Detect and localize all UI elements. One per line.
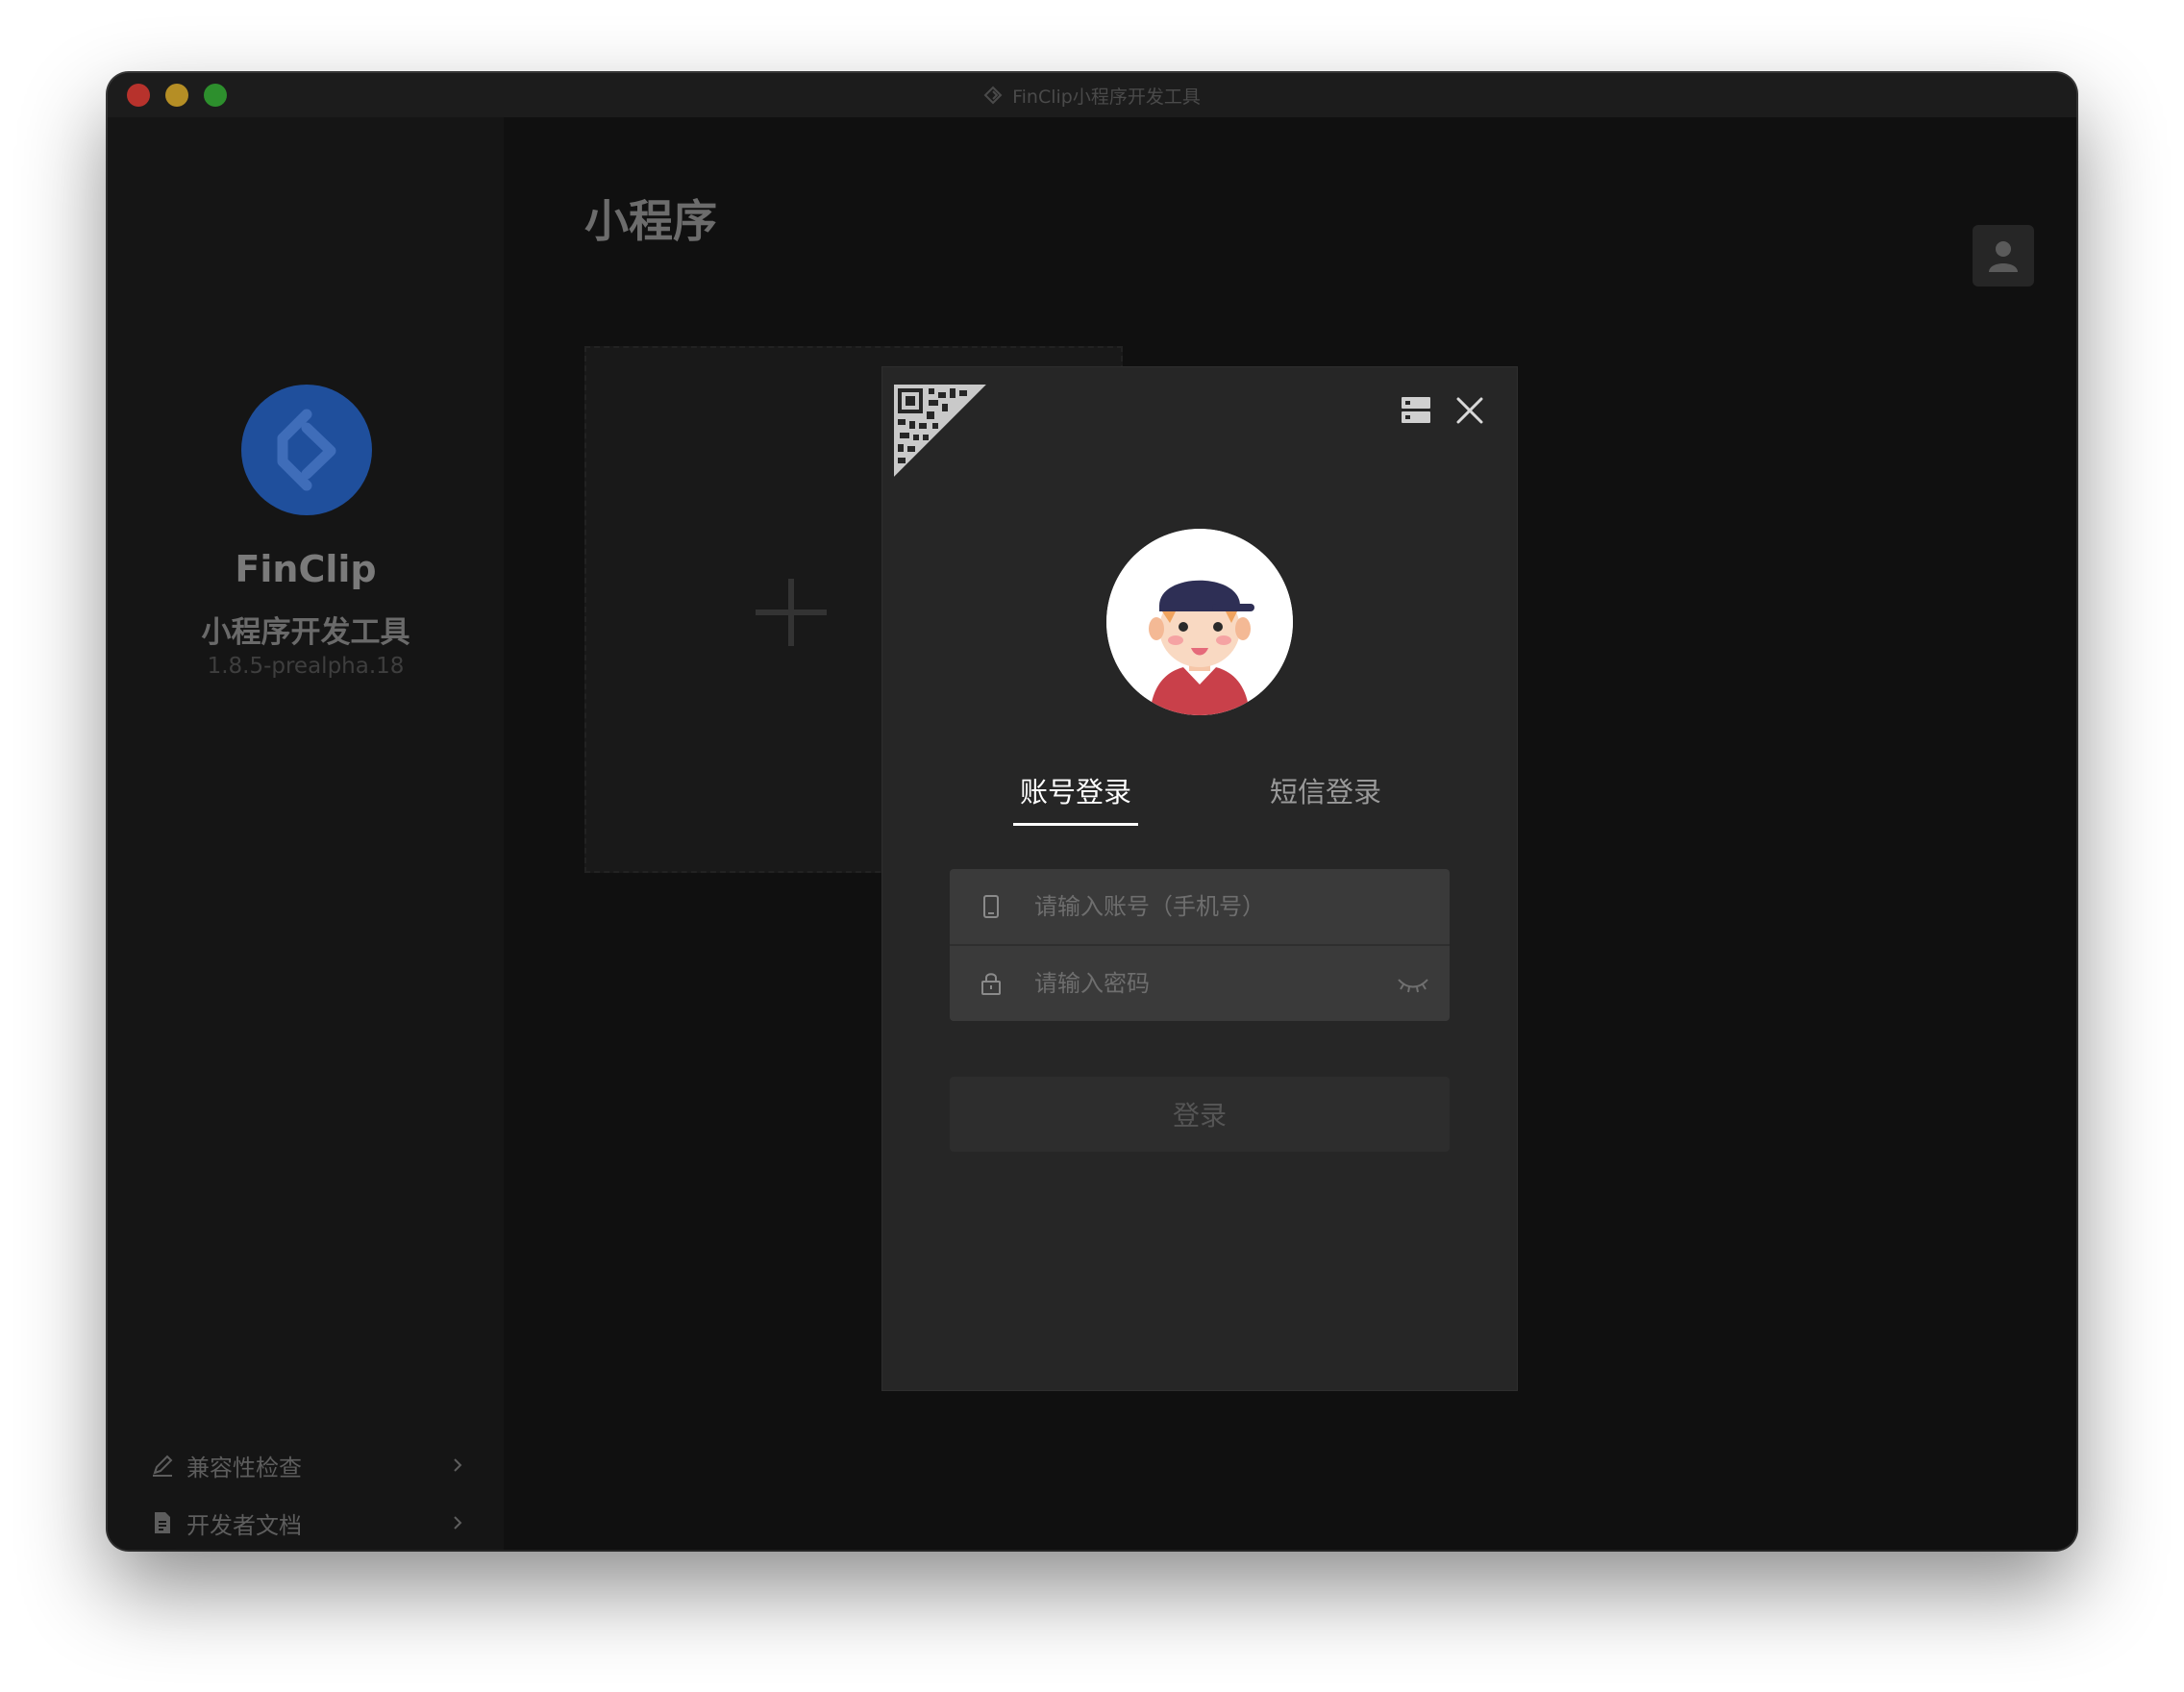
compatibility-check-link[interactable]: 兼容性检查 (150, 1444, 467, 1486)
account-field-row (950, 869, 1450, 946)
developer-docs-link[interactable]: 开发者文档 (150, 1502, 467, 1544)
title-bar: FinClip小程序开发工具 (108, 73, 2076, 117)
eye-closed-icon (1398, 979, 1428, 993)
brand-logo (241, 385, 372, 515)
login-button[interactable]: 登录 (950, 1077, 1450, 1152)
close-icon (1456, 397, 1483, 424)
compatibility-check-label: 兼容性检查 (186, 1454, 302, 1481)
app-version: 1.8.5-prealpha.18 (207, 654, 405, 679)
login-tabs: 账号登录 短信登录 (882, 769, 1517, 827)
account-input[interactable] (1034, 878, 1450, 935)
window-title-area: FinClip小程序开发工具 (108, 73, 2076, 117)
tab-account-login[interactable]: 账号登录 (1013, 769, 1138, 826)
default-avatar (1106, 529, 1293, 715)
phone-icon (979, 894, 1004, 919)
finclip-logo-icon (277, 409, 336, 491)
lock-icon (979, 971, 1004, 996)
brand-subtitle: 小程序开发工具 (201, 615, 410, 650)
app-window: FinClip小程序开发工具 FinClip 小程序开发工具 1.8.5-pre… (108, 73, 2076, 1550)
brand-name: FinClip (235, 548, 377, 590)
developer-docs-label: 开发者文档 (186, 1511, 302, 1539)
page-title: 小程序 (584, 195, 717, 247)
pen-icon (150, 1453, 175, 1478)
password-input[interactable] (1034, 955, 1394, 1012)
tab-sms-login[interactable]: 短信登录 (1263, 769, 1388, 823)
window-title: FinClip小程序开发工具 (1012, 86, 1201, 108)
chevron-right-icon (448, 1513, 467, 1532)
login-modal: 账号登录 短信登录 请输入账号（手机号） 登录 (882, 367, 1517, 1390)
cartoon-avatar-icon (1106, 529, 1293, 715)
plus-icon-bar (756, 610, 827, 615)
login-form (950, 869, 1450, 1021)
toggle-password-visibility-button[interactable] (1394, 969, 1432, 998)
finclip-logo-icon (983, 86, 1003, 105)
sidebar: FinClip 小程序开发工具 1.8.5-prealpha.18 兼容性检查 (108, 117, 504, 1550)
screenshot-stage: FinClip小程序开发工具 FinClip 小程序开发工具 1.8.5-pre… (0, 0, 2184, 1692)
server-settings-button[interactable] (1400, 394, 1432, 427)
user-avatar-button[interactable] (1973, 225, 2034, 286)
user-icon (1989, 241, 2018, 272)
password-field-row (950, 946, 1450, 1021)
chevron-right-icon (448, 1456, 467, 1475)
modal-close-button[interactable] (1453, 394, 1486, 427)
server-icon (1402, 397, 1430, 423)
qr-code-icon[interactable] (894, 385, 986, 477)
document-icon (150, 1510, 175, 1535)
